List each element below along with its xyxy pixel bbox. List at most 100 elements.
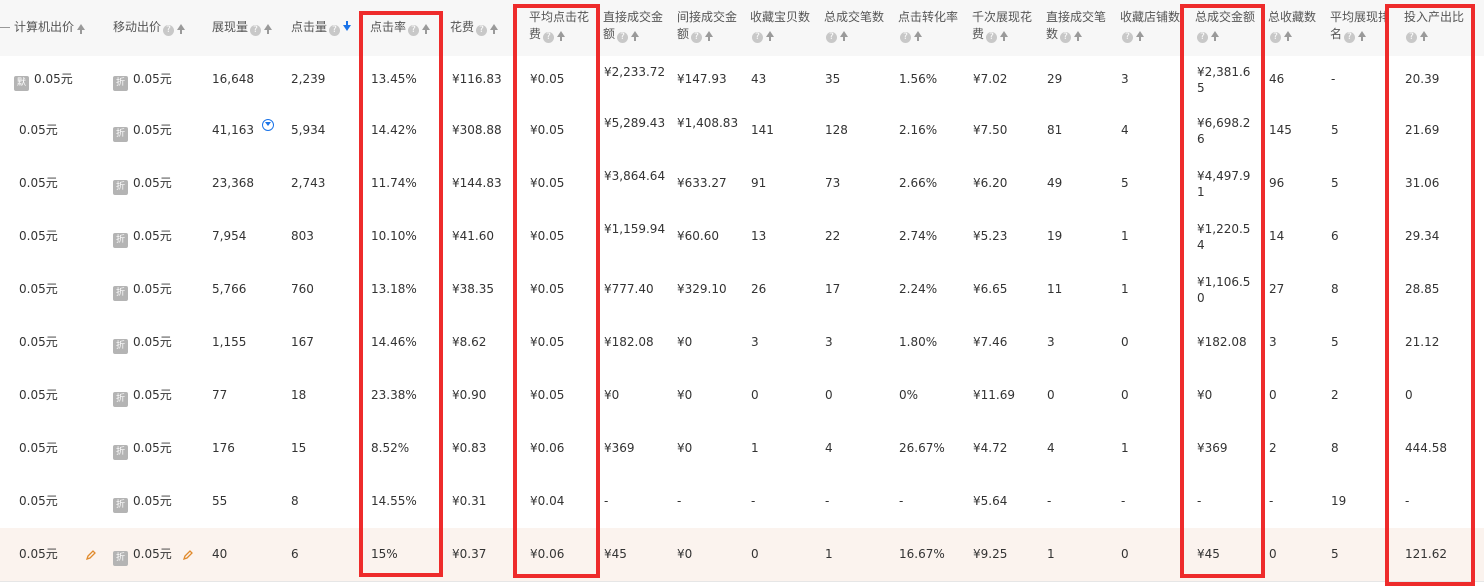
pc-bid-value: 0.05元 [19,388,58,402]
total-favs-cell: 96 [1269,176,1285,190]
help-icon[interactable]: ? [752,32,763,43]
indirect-amount-cell: - [677,494,682,508]
cpm-cell: ¥5.23 [973,229,1008,243]
total-favs-cell: 46 [1269,72,1285,86]
help-icon[interactable]: ? [1060,32,1072,43]
col-fav-items-label: 收藏宝贝数 [750,10,811,24]
sort-down-icon[interactable] [343,21,352,31]
col-direct-orders-label: 直接成交笔 [1046,10,1107,24]
highlight-box-avg-cpc [513,4,600,578]
pc-bid-cell[interactable]: 0.05元 [19,494,58,509]
help-icon[interactable]: ? [900,32,911,43]
col-clicks[interactable]: 点击量? [291,19,352,36]
sort-up-icon[interactable] [177,24,186,34]
col-indirect-amount-label-line2: 额 [677,27,690,41]
col-avg-rank[interactable]: 平均展现排名? [1330,9,1386,43]
help-icon[interactable]: ? [476,25,488,36]
avg-rank-cell: 19 [1331,494,1347,508]
pc-bid-cell[interactable]: 0.05元 [19,441,58,456]
cost-cell: ¥38.35 [452,282,494,296]
col-impressions[interactable]: 展现量? [212,19,273,36]
mobile-bid-cell[interactable]: 折 0.05元 [113,494,172,513]
indirect-amount-cell: ¥147.93 [677,72,727,86]
impressions-cell: 23,368 [212,176,254,190]
clicks-cell: 18 [291,388,307,402]
mobile-bid-value: 0.05元 [133,229,172,243]
col-cost[interactable]: 花费? [450,19,499,36]
impressions-cell: 41,163 [212,123,254,137]
sort-up-icon[interactable] [766,31,774,41]
pc-bid-cell[interactable]: 0.05元 [19,388,58,403]
sort-up-icon[interactable] [914,31,922,41]
total-orders-cell: 3 [825,335,833,349]
col-indirect-amount-label: 间接成交金 [677,10,738,24]
mobile-bid-cell[interactable]: 折 0.05元 [113,441,172,460]
pc-bid-value: 0.05元 [19,282,58,296]
total-favs-cell: 3 [1269,335,1277,349]
sort-up-icon[interactable] [1358,31,1367,41]
fav-items-cell: 26 [751,282,767,296]
indirect-amount-cell: ¥1,408.83 [677,116,739,130]
mobile-bid-cell[interactable]: 折 0.05元 [113,335,172,354]
discount-icon: 折 [113,445,128,460]
mobile-bid-cell[interactable]: 折 0.05元 [113,282,172,301]
pc-bid-cell[interactable]: 0.05元 [19,282,58,297]
help-icon[interactable]: ? [826,32,837,43]
help-icon[interactable]: ? [1122,32,1133,43]
help-icon[interactable]: ? [250,25,262,36]
mobile-bid-edit-icon[interactable] [183,550,193,560]
clicks-cell: 15 [291,441,307,455]
pc-bid-cell[interactable]: 默 0.05元 [14,72,73,91]
pc-bid-cell[interactable]: 0.05元 [19,176,58,191]
mobile-bid-cell[interactable]: 折 0.05元 [113,547,172,566]
sort-up-icon[interactable] [705,31,714,41]
clicks-cell: 2,239 [291,72,326,86]
col-indirect-amount[interactable]: 间接成交金额? [677,9,737,43]
mobile-bid-cell[interactable]: 折 0.05元 [113,388,172,407]
help-icon[interactable]: ? [986,32,998,43]
pc-bid-cell[interactable]: 0.05元 [19,547,58,562]
total-orders-cell: 35 [825,72,841,86]
col-conv-rate[interactable]: 点击转化率? [898,9,958,43]
mobile-bid-cell[interactable]: 折 0.05元 [113,72,172,91]
col-direct-orders[interactable]: 直接成交笔数? [1046,9,1106,43]
pc-bid-edit-icon[interactable] [86,550,96,560]
fav-shops-cell: 1 [1121,229,1129,243]
sort-up-icon[interactable] [1284,31,1292,41]
help-icon[interactable]: ? [1270,32,1281,43]
sort-up-icon[interactable] [264,24,273,34]
discount-icon: 折 [113,286,128,301]
help-icon[interactable]: ? [329,25,341,36]
col-direct-amount[interactable]: 直接成交金额? [603,9,663,43]
col-total-orders[interactable]: 总成交笔数? [824,9,884,43]
mobile-bid-cell[interactable]: 折 0.05元 [113,123,172,142]
sort-up-icon[interactable] [1074,31,1083,41]
sort-up-icon[interactable] [1000,31,1009,41]
discount-icon: 折 [113,127,128,142]
total-favs-cell: 0 [1269,388,1277,402]
sort-up-icon[interactable] [840,31,848,41]
col-pc-bid[interactable]: 计算机出价 [14,19,86,36]
pc-bid-cell[interactable]: 0.05元 [19,229,58,244]
col-mobile-bid[interactable]: 移动出价? [113,19,186,36]
col-fav-items[interactable]: 收藏宝贝数? [750,9,810,43]
help-icon[interactable]: ? [617,32,629,43]
direct-orders-cell: 11 [1047,282,1063,296]
sort-up-icon[interactable] [631,31,640,41]
avg-rank-cell: 2 [1331,388,1339,402]
sort-up-icon[interactable] [1136,31,1144,41]
col-fav-shops[interactable]: 收藏店铺数? [1120,9,1180,43]
sort-up-icon[interactable] [490,24,499,34]
download-icon[interactable] [262,119,274,131]
cpm-cell: ¥11.69 [973,388,1015,402]
mobile-bid-cell[interactable]: 折 0.05元 [113,229,172,248]
pc-bid-cell[interactable]: 0.05元 [19,335,58,350]
help-icon[interactable]: ? [691,32,703,43]
sort-up-icon[interactable] [77,24,86,34]
help-icon[interactable]: ? [1344,32,1356,43]
mobile-bid-cell[interactable]: 折 0.05元 [113,176,172,195]
col-cpm[interactable]: 千次展现花费? [972,9,1032,43]
col-total-favs[interactable]: 总收藏数? [1268,9,1316,43]
pc-bid-cell[interactable]: 0.05元 [19,123,58,138]
help-icon[interactable]: ? [163,25,175,36]
